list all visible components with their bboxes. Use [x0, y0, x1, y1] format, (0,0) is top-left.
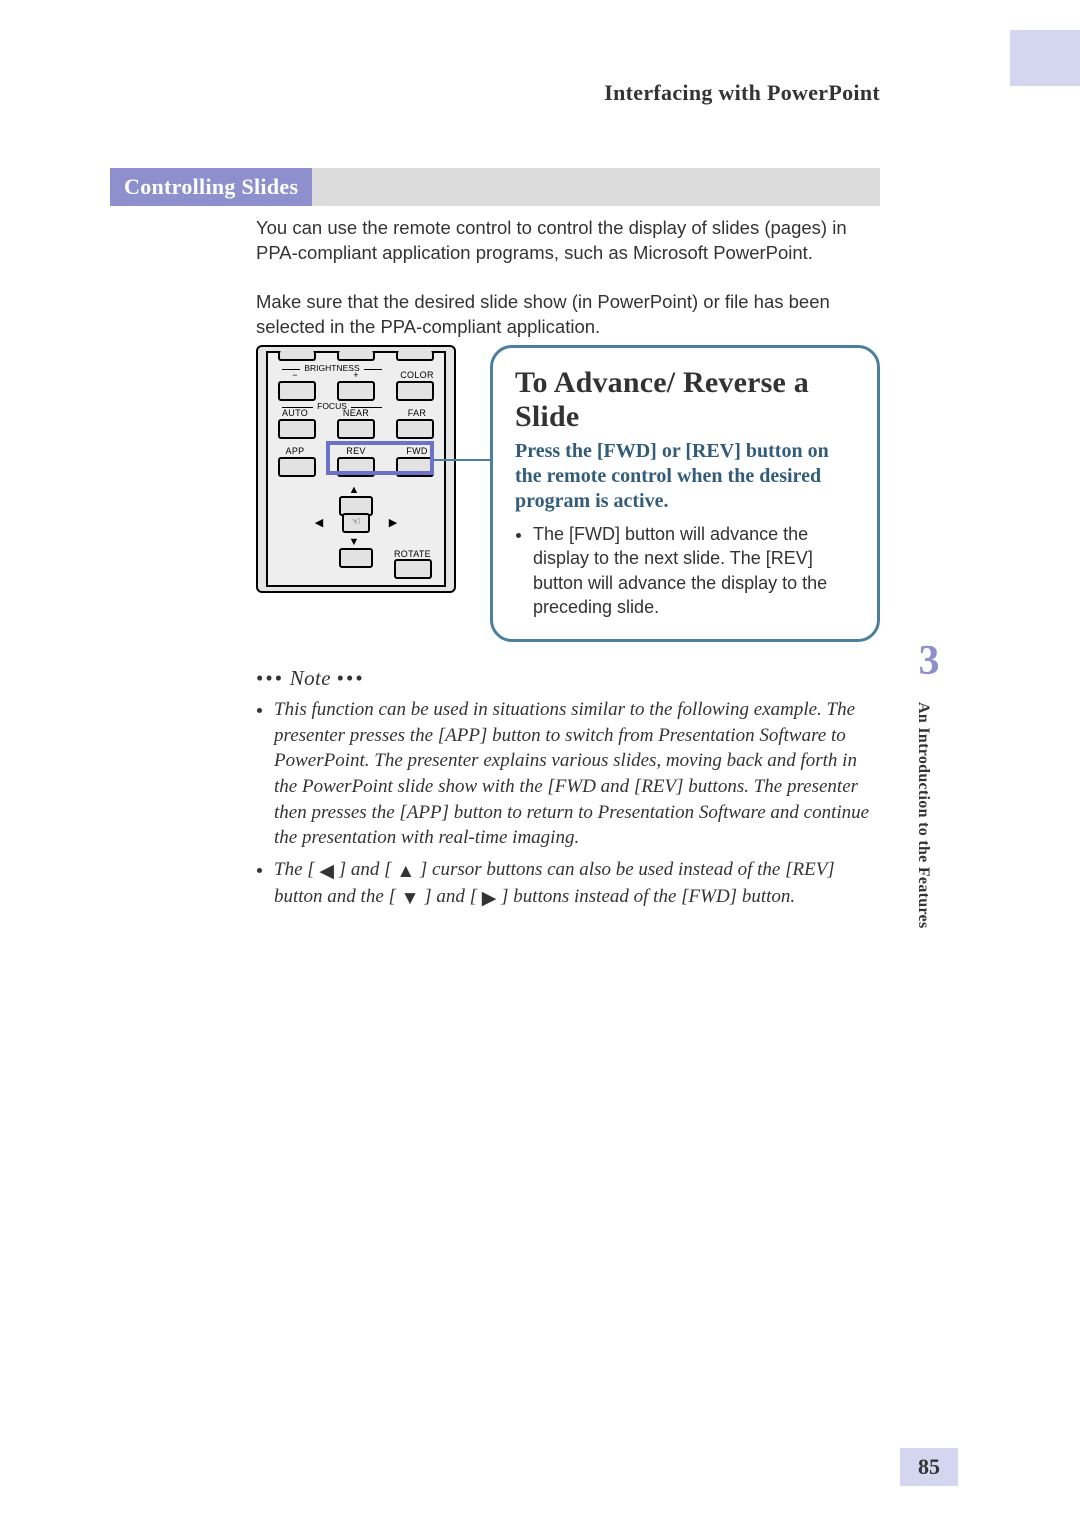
note-heading: ••• Note •••: [256, 666, 880, 691]
manual-page: Interfacing with PowerPoint Controlling …: [0, 0, 1080, 1526]
paragraph-2: Make sure that the desired slide show (i…: [256, 290, 880, 340]
auto-button: [278, 419, 316, 439]
rotate-label: ROTATE: [394, 549, 428, 559]
section-heading-bar: Controlling Slides: [110, 168, 880, 206]
page-number: 85: [900, 1448, 958, 1486]
chapter-number: 3: [914, 640, 944, 682]
figure-row: BRIGHTNESS − + COLOR FOCUS AUTO NEAR: [256, 345, 880, 642]
callout-title: To Advance/ Reverse a Slide: [515, 366, 855, 433]
up-arrow-icon: ▲: [339, 485, 369, 496]
up-triangle-icon: ▲: [396, 859, 415, 885]
down-arrow-icon: ▼: [339, 537, 369, 548]
right-triangle-icon: ▶: [482, 886, 497, 912]
app-button: [278, 457, 316, 477]
left-triangle-icon: ◀: [319, 859, 334, 885]
running-header: Interfacing with PowerPoint: [604, 80, 880, 106]
paragraph-1: You can use the remote control to contro…: [256, 216, 880, 266]
note-block: ••• Note ••• This function can be used i…: [256, 666, 880, 918]
far-button: [396, 419, 434, 439]
note-item-2: The [ ◀ ] and [ ▲ ] cursor buttons can a…: [274, 857, 880, 912]
color-button: [396, 381, 434, 401]
highlight-rev-fwd: [326, 441, 434, 475]
near-button: [337, 419, 375, 439]
thumb-tab: [1010, 30, 1080, 86]
chapter-title: An Introduction to the Features: [914, 702, 932, 929]
near-label: NEAR: [339, 408, 373, 418]
plus-label: +: [339, 370, 373, 380]
callout-bullet-1: The [FWD] button will advance the displa…: [533, 522, 855, 619]
callout-connector: [434, 459, 492, 461]
note-item-1: This function can be used in situations …: [274, 697, 880, 851]
right-arrow-icon: ▶: [378, 518, 408, 529]
callout-box: To Advance/ Reverse a Slide Press the [F…: [490, 345, 880, 642]
color-label: COLOR: [400, 370, 434, 380]
chapter-side-rail: 3 An Introduction to the Features: [914, 640, 944, 929]
down-triangle-icon: ▼: [401, 886, 420, 912]
brightness-plus-button: [337, 381, 375, 401]
remote-illustration: BRIGHTNESS − + COLOR FOCUS AUTO NEAR: [256, 345, 456, 593]
rotate-button: [394, 559, 432, 579]
minus-label: −: [278, 370, 312, 380]
brightness-minus-button: [278, 381, 316, 401]
auto-label: AUTO: [278, 408, 312, 418]
hand-icon: ☜: [342, 513, 370, 533]
left-arrow-icon: ◀: [304, 518, 334, 529]
callout-lead: Press the [FWD] or [REV] button on the r…: [515, 439, 855, 514]
far-label: FAR: [400, 408, 434, 418]
section-heading: Controlling Slides: [110, 168, 312, 206]
app-label: APP: [278, 446, 312, 456]
down-button: [339, 548, 373, 568]
body-column: You can use the remote control to contro…: [256, 216, 880, 364]
